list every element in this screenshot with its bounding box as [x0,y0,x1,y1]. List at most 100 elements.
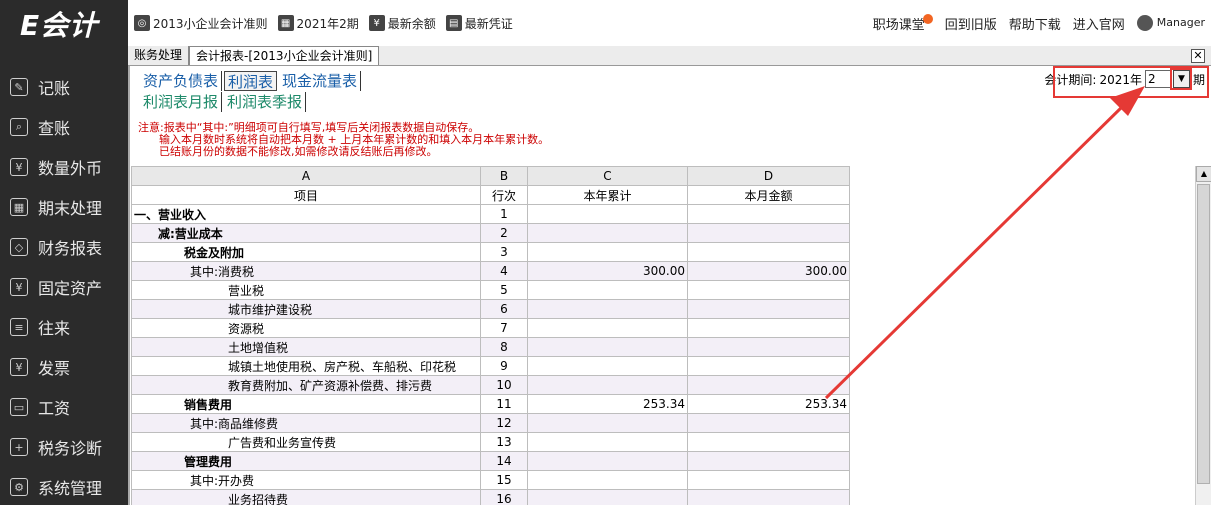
cell-ytd[interactable] [527,242,688,262]
cell-item[interactable]: 减:营业成本 [131,223,481,243]
cell-line[interactable]: 11 [480,394,528,414]
cell-month[interactable] [687,280,850,300]
cell-item[interactable]: 一、营业收入 [131,204,481,224]
cell-ytd[interactable] [527,299,688,319]
period-button[interactable]: ▦ 2021年2期 [277,15,359,32]
cell-ytd[interactable] [527,204,688,224]
cell-item[interactable]: 业务招待费 [131,489,481,505]
sidebar-item-label: 系统管理 [38,479,103,498]
cell-ytd[interactable] [527,375,688,395]
cell-item[interactable]: 管理费用 [131,451,481,471]
sidebar-item-2[interactable]: ¥ 数量外币 [0,147,128,187]
cell-month[interactable] [687,432,850,452]
sidebar-item-3[interactable]: ▦ 期末处理 [0,187,128,227]
cell-item[interactable]: 城镇土地使用税、房产税、车船税、印花税 [131,356,481,376]
exchange-icon: ≡ [10,318,28,336]
cell-month[interactable]: 253.34 [687,394,850,414]
cell-item[interactable]: 营业税 [131,280,481,300]
user-menu[interactable]: Manager [1136,15,1205,31]
scroll-up-icon[interactable]: ▲ [1196,166,1211,182]
cell-item[interactable]: 土地增值税 [131,337,481,357]
cell-month[interactable] [687,337,850,357]
cell-month[interactable] [687,413,850,433]
cell-month[interactable] [687,356,850,376]
cell-item[interactable]: 资源税 [131,318,481,338]
close-icon[interactable]: ✕ [1191,49,1205,63]
tab-income-statement[interactable]: 利润表 [224,71,278,91]
table-row: 广告费和业务宣传费 13 [131,432,850,452]
cell-month[interactable]: 300.00 [687,261,850,281]
cell-ytd[interactable] [527,280,688,300]
table-row: 管理费用 14 [131,451,850,471]
sidebar-item-7[interactable]: ¥ 发票 [0,347,128,387]
sidebar-item-10[interactable]: ⚙ 系统管理 [0,467,128,505]
cell-ytd[interactable] [527,432,688,452]
tab-income-monthly[interactable]: 利润表月报 [140,92,223,112]
accounting-standard-button[interactable]: ◎ 2013小企业会计准则 [134,15,268,32]
cell-line[interactable]: 8 [480,337,528,357]
cell-ytd[interactable] [527,223,688,243]
help-download-link[interactable]: 帮助下载 [1009,14,1061,33]
cell-item[interactable]: 税金及附加 [131,242,481,262]
scroll-thumb[interactable] [1197,184,1210,484]
cell-line[interactable]: 2 [480,223,528,243]
table-row: 城镇土地使用税、房产税、车船税、印花税 9 [131,356,850,376]
cell-line[interactable]: 5 [480,280,528,300]
cell-item[interactable]: 城市维护建设税 [131,299,481,319]
classroom-link[interactable]: 职场课堂 [873,13,933,33]
cell-month[interactable] [687,242,850,262]
latest-voucher-button[interactable]: ▤ 最新凭证 [445,15,513,32]
official-site-link[interactable]: 进入官网 [1073,14,1125,33]
cell-ytd[interactable] [527,489,688,505]
cell-month[interactable] [687,299,850,319]
cell-ytd[interactable] [527,451,688,471]
sidebar-item-6[interactable]: ≡ 往来 [0,307,128,347]
cell-line[interactable]: 12 [480,413,528,433]
cell-line[interactable]: 9 [480,356,528,376]
cell-month[interactable] [687,204,850,224]
cell-month[interactable] [687,375,850,395]
tab-accounting[interactable]: 账务处理 [128,46,190,65]
cell-month[interactable] [687,223,850,243]
cell-month[interactable] [687,470,850,490]
sidebar-item-0[interactable]: ✎ 记账 [0,67,128,107]
cell-line[interactable]: 16 [480,489,528,505]
sidebar-item-5[interactable]: ¥ 固定资产 [0,267,128,307]
sidebar-item-1[interactable]: ⌕ 查账 [0,107,128,147]
cell-month[interactable] [687,318,850,338]
cell-item[interactable]: 教育费附加、矿产资源补偿费、排污费 [131,375,481,395]
cell-item[interactable]: 销售费用 [131,394,481,414]
old-version-link[interactable]: 回到旧版 [945,14,997,33]
tab-income-quarterly[interactable]: 利润表季报 [224,92,307,112]
cell-line[interactable]: 7 [480,318,528,338]
cell-item[interactable]: 其中:开办费 [131,470,481,490]
cell-line[interactable]: 13 [480,432,528,452]
vertical-scrollbar[interactable]: ▲ [1195,166,1211,505]
tab-cash-flow[interactable]: 现金流量表 [279,71,362,91]
sidebar-item-4[interactable]: ◇ 财务报表 [0,227,128,267]
cell-ytd[interactable] [527,413,688,433]
tab-balance-sheet[interactable]: 资产负债表 [140,71,223,91]
tab-financial-report[interactable]: 会计报表-[2013小企业会计准则] [189,46,380,65]
cell-line[interactable]: 14 [480,451,528,471]
cell-line[interactable]: 6 [480,299,528,319]
sidebar-item-9[interactable]: + 税务诊断 [0,427,128,467]
cell-line[interactable]: 15 [480,470,528,490]
cell-item[interactable]: 广告费和业务宣传费 [131,432,481,452]
cell-month[interactable] [687,489,850,505]
cell-month[interactable] [687,451,850,471]
sidebar-item-8[interactable]: ▭ 工资 [0,387,128,427]
latest-balance-button[interactable]: ¥ 最新余额 [368,15,436,32]
cell-ytd[interactable]: 253.34 [527,394,688,414]
cell-item[interactable]: 其中:商品维修费 [131,413,481,433]
cell-line[interactable]: 3 [480,242,528,262]
cell-item[interactable]: 其中:消费税 [131,261,481,281]
cell-ytd[interactable] [527,470,688,490]
cell-line[interactable]: 4 [480,261,528,281]
cell-line[interactable]: 10 [480,375,528,395]
cell-ytd[interactable] [527,356,688,376]
cell-ytd[interactable] [527,337,688,357]
cell-line[interactable]: 1 [480,204,528,224]
cell-ytd[interactable] [527,318,688,338]
cell-ytd[interactable]: 300.00 [527,261,688,281]
